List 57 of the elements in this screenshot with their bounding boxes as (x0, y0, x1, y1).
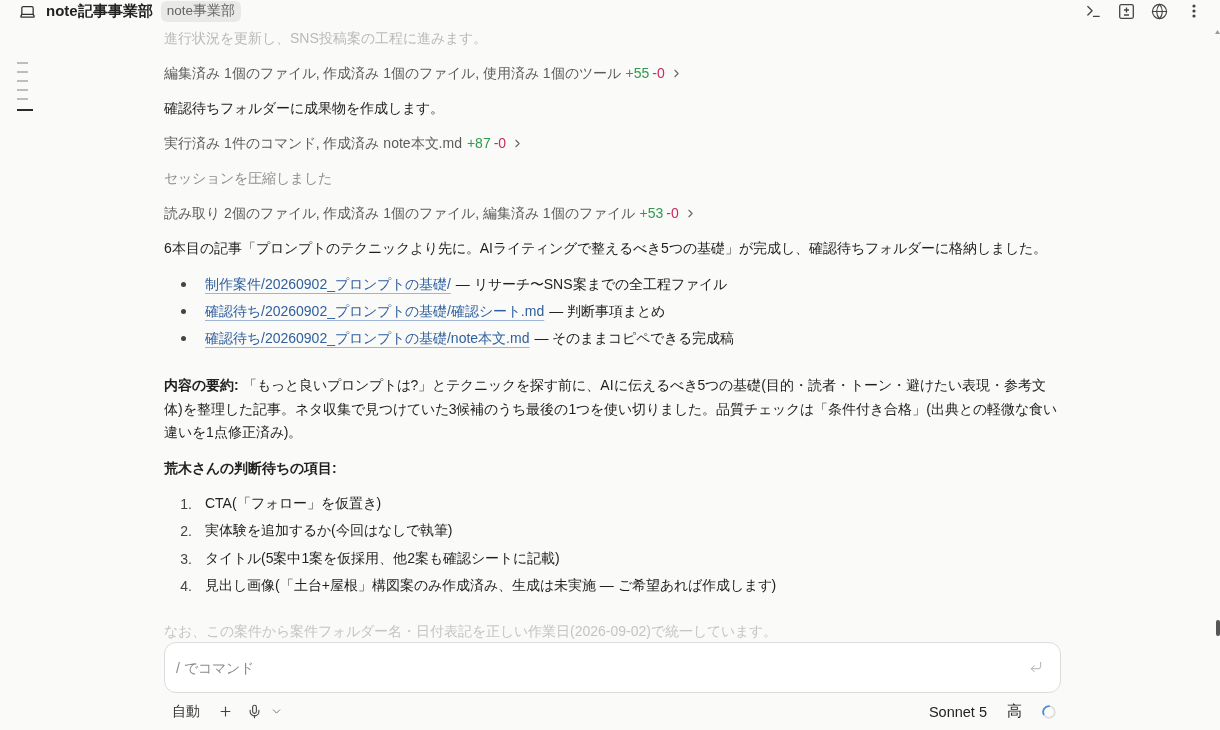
loading-spinner-icon (1042, 704, 1056, 719)
file-link[interactable]: 確認待ち/20260902_プロンプトの基礎/note本文.md (205, 329, 530, 348)
scrollbar-thumb[interactable] (1216, 620, 1220, 636)
effort-button[interactable]: 高 (1007, 702, 1022, 721)
session-notice: セッションを圧縮しました (164, 169, 333, 188)
model-button[interactable]: Sonnet 5 (928, 703, 987, 720)
file-link[interactable]: 制作案件/20260902_プロンプトの基礎/ (205, 275, 451, 294)
outline-marker[interactable] (17, 109, 33, 111)
summary-paragraph: 内容の要約: 「もっと良いプロンプトは?」とテクニックを探す前に、AIに伝えるべき5つの基礎(目的・読者・トーン・避けたい表現・参考文体)を整理した記事。ネタ収集で見つけていた3候補のうち最後の1つを使い切りました。品質チェックは「条件付き合格」(出典との軽微な食い違いを1点修正済み)。 (164, 376, 1058, 442)
outline-marker[interactable] (17, 89, 28, 91)
outline-marker[interactable] (17, 98, 28, 100)
list-item-text: CTA(「フォロー」を仮置き) (205, 495, 382, 514)
list-item-text: 見出し画像(「土台+屋根」構図案のみ作成済み、生成は未実施 — ご希望あれば作成します) (205, 577, 777, 596)
lines-added-count: +55 (625, 64, 650, 83)
globe-button[interactable] (1151, 2, 1168, 20)
message-text: 6本目の記事「プロンプトのテクニックより先に。AIライティングで整えるべき5つの基礎」が完成し、確認待ちフォルダーに格納しました。 (164, 239, 1048, 258)
link-description: — 判断事項まとめ (549, 302, 666, 321)
project-title: note記事事業部 (46, 1, 153, 21)
plus-minus-box-icon (1119, 3, 1134, 19)
tool-summary-button[interactable]: 読み取り 2個のファイル, 作成済み 1個のファイル, 編集済み 1個のファイル +53 -0 (164, 201, 697, 225)
workspace-badge: note事業部 (160, 0, 241, 22)
bullet-icon (181, 336, 186, 341)
bullet-icon (181, 309, 186, 314)
microphone-icon (247, 704, 262, 719)
message-text: 確認待ちフォルダーに成果物を作成します。 (164, 99, 445, 118)
plus-icon (218, 704, 233, 719)
more-icon (1191, 4, 1196, 18)
list-number: 2. (179, 523, 192, 540)
link-description: — そのままコピペできる完成稿 (534, 329, 735, 348)
list-number: 3. (179, 550, 192, 567)
add-button[interactable] (218, 704, 233, 719)
tool-summary-button[interactable]: 編集済み 1個のファイル, 作成済み 1個のファイル, 使用済み 1個のツール +55 -0 (164, 61, 683, 85)
file-link[interactable]: 確認待ち/20260902_プロンプトの基礎/確認シート.md (205, 302, 545, 321)
lines-added-count: +53 (639, 204, 664, 223)
microphone-button[interactable] (247, 704, 262, 719)
lines-removed-count: -0 (493, 134, 507, 153)
tool-summary-button[interactable]: 実行済み 1件のコマンド, 作成済み note本文.md +87 -0 (164, 131, 525, 155)
list-item-text: タイトル(5案中1案を仮採用、他2案も確認シートに記載) (205, 549, 560, 568)
outline-marker[interactable] (17, 80, 28, 82)
list-item-text: 実体験を追加するか(今回はなしで執筆) (205, 522, 453, 541)
list-number: 4. (179, 578, 192, 595)
command-input-field[interactable]: / でコマンド (164, 642, 1061, 693)
enter-icon (1029, 660, 1043, 674)
link-description: — リサーチ〜SNS案までの全工程ファイル (455, 275, 727, 294)
outline-marker[interactable] (17, 71, 28, 73)
diff-button[interactable] (1119, 3, 1134, 19)
outline-marker[interactable] (17, 62, 28, 64)
lines-added-count: +87 (466, 134, 491, 153)
section-heading: 荒木さんの判断待ちの項目: (164, 458, 338, 478)
lines-removed-count: -0 (666, 204, 679, 223)
lines-removed-count: -0 (652, 64, 665, 83)
bullet-icon (181, 282, 186, 287)
faded-message-text: 進行状況を更新し、SNS投稿案の工程に進みます。 (164, 29, 488, 48)
globe-icon (1151, 2, 1168, 20)
mode-button[interactable]: 自動 (164, 700, 208, 723)
scroll-up-arrow-icon[interactable] (1215, 30, 1220, 34)
list-number: 1. (179, 496, 192, 513)
